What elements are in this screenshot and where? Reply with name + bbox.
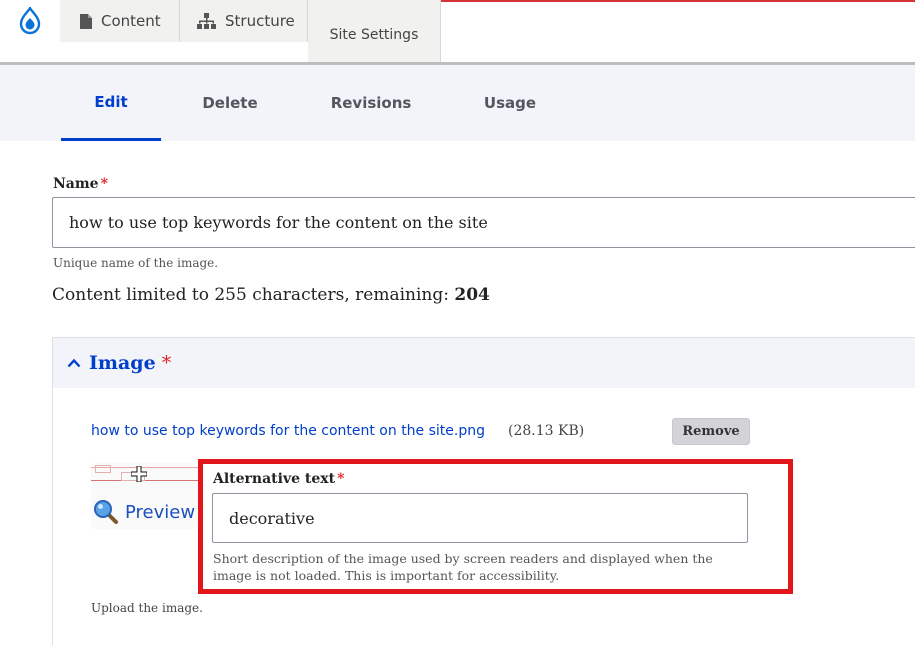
upload-description: Upload the image. <box>91 601 203 615</box>
preview-label: Preview <box>125 501 196 523</box>
tab-delete[interactable]: Delete <box>183 65 277 141</box>
toolbar-content-label: Content <box>101 12 161 30</box>
image-file-size: (28.13 KB) <box>508 423 585 439</box>
name-label: Name * <box>53 176 108 192</box>
file-icon <box>80 13 92 29</box>
admin-toolbar: Content Structure Site Settings <box>0 0 915 65</box>
toolbar-site-settings[interactable]: Site Settings <box>308 0 441 62</box>
image-thumbnail[interactable]: Preview <box>91 463 201 529</box>
required-marker: * <box>100 176 108 192</box>
alt-required-marker: * <box>337 471 345 487</box>
magnifier-icon <box>93 499 119 525</box>
alt-text-description: Short description of the image used by s… <box>213 551 713 583</box>
tab-revisions[interactable]: Revisions <box>316 65 426 141</box>
image-section-title: Image <box>89 352 156 374</box>
toolbar-content[interactable]: Content <box>60 0 180 42</box>
local-tasks-tabs: Edit Delete Revisions Usage <box>0 65 915 141</box>
name-description: Unique name of the image. <box>53 256 219 270</box>
move-cursor-icon <box>130 465 148 483</box>
toolbar-structure[interactable]: Structure <box>180 0 308 42</box>
name-label-text: Name <box>53 176 99 192</box>
sitemap-icon <box>197 13 216 29</box>
remove-button[interactable]: Remove <box>672 418 750 445</box>
counter-remaining: 204 <box>454 285 490 305</box>
thumbnail-shape <box>95 465 111 473</box>
toolbar-structure-label: Structure <box>225 12 295 30</box>
name-input[interactable] <box>52 197 915 248</box>
counter-text: Content limited to 255 characters, remai… <box>52 285 455 305</box>
tab-edit[interactable]: Edit <box>61 65 161 141</box>
alt-text-label: Alternative text * <box>213 471 344 487</box>
tab-usage[interactable]: Usage <box>470 65 550 141</box>
alt-text-input[interactable] <box>212 493 748 543</box>
character-counter: Content limited to 255 characters, remai… <box>52 285 490 305</box>
image-file-link[interactable]: how to use top keywords for the content … <box>91 423 485 439</box>
image-details-summary[interactable]: Image * <box>53 338 915 388</box>
image-required-marker: * <box>161 352 172 374</box>
alt-text-label-text: Alternative text <box>213 471 336 487</box>
drupal-logo-icon[interactable] <box>0 0 61 42</box>
image-preview-link[interactable]: Preview <box>93 499 195 525</box>
chevron-up-icon <box>67 358 81 368</box>
toolbar-site-settings-label: Site Settings <box>329 27 419 43</box>
